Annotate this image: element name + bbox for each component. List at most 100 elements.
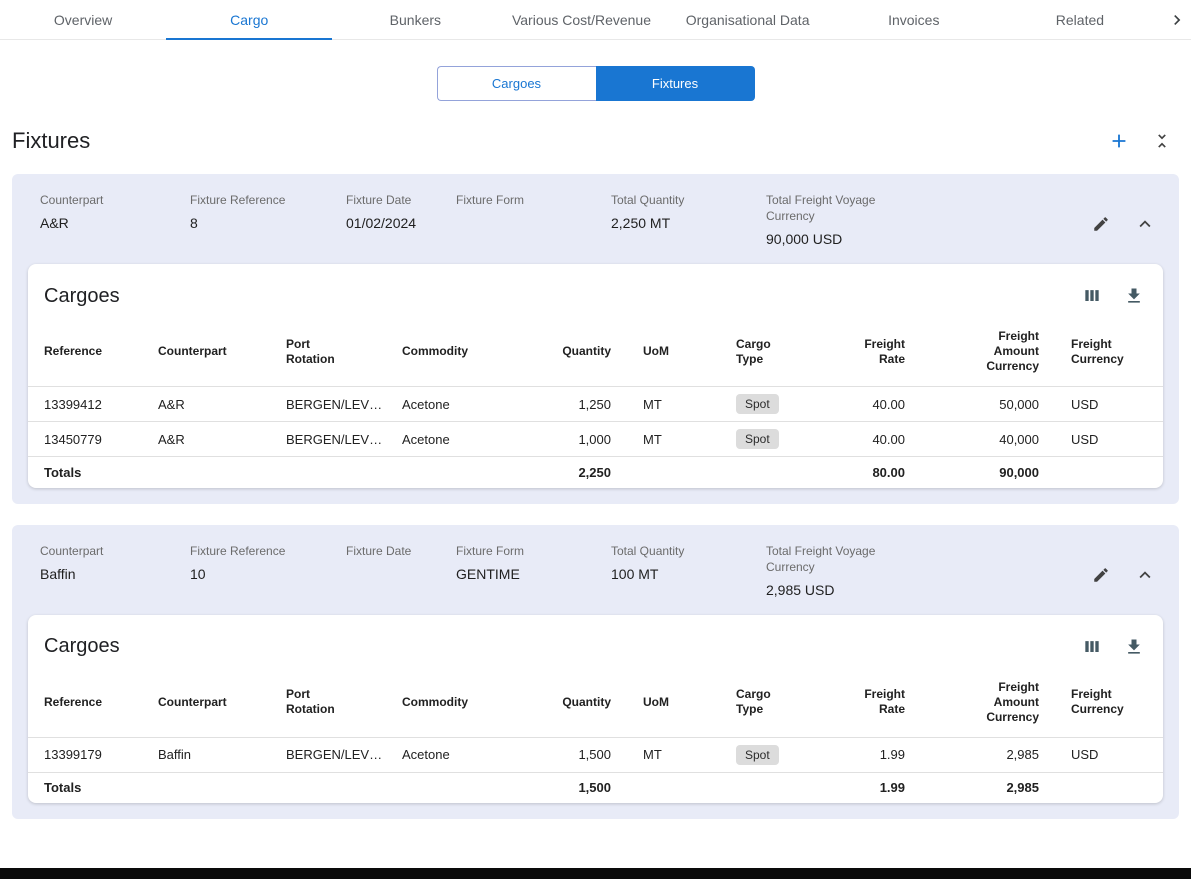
table-header-row: Reference Counterpart Port Rotation Comm… xyxy=(28,668,1163,738)
fixture-card: Counterpart Baffin Fixture Reference 10 … xyxy=(12,525,1179,820)
field-label: Total Quantity xyxy=(611,543,766,559)
cargoes-card: Cargoes Reference Counterpart xyxy=(28,264,1163,488)
field-total-freight: Total Freight Voyage Currency 2,985 USD xyxy=(766,543,916,599)
chevron-up-icon xyxy=(1134,564,1156,586)
cell-freight-amount: 2,985 xyxy=(921,737,1055,772)
field-value: GENTIME xyxy=(456,565,611,583)
column-settings-button[interactable] xyxy=(1077,632,1107,662)
totals-freight-amount: 2,985 xyxy=(921,772,1055,803)
field-label: Total Quantity xyxy=(611,192,766,208)
cell-port-rotation: BERGEN/LEV… xyxy=(270,737,386,772)
col-cargo-type: Cargo Type xyxy=(720,317,816,387)
table-row[interactable]: 13399412 A&R BERGEN/LEV… Acetone 1,250 M… xyxy=(28,387,1163,422)
toggle-fixtures-button[interactable]: Fixtures xyxy=(596,66,755,101)
cell-freight-rate: 40.00 xyxy=(816,387,921,422)
field-total-quantity: Total Quantity 2,250 MT xyxy=(611,192,766,232)
field-fixture-form: Fixture Form xyxy=(456,192,611,214)
col-uom: UoM xyxy=(627,668,720,738)
add-fixture-button[interactable] xyxy=(1103,125,1135,157)
cell-reference: 13399412 xyxy=(28,387,142,422)
col-freight-rate: Freight Rate xyxy=(816,317,921,387)
cell-counterpart: Baffin xyxy=(142,737,270,772)
tab-bunkers[interactable]: Bunkers xyxy=(332,0,498,39)
field-label: Counterpart xyxy=(40,543,190,559)
col-port-rotation: Port Rotation xyxy=(270,668,386,738)
col-reference: Reference xyxy=(28,317,142,387)
field-counterpart: Counterpart A&R xyxy=(40,192,190,232)
tab-overview[interactable]: Overview xyxy=(0,0,166,39)
fixture-actions xyxy=(1087,208,1161,240)
cell-port-rotation: BERGEN/LEV… xyxy=(270,422,386,457)
field-fixture-reference: Fixture Reference 10 xyxy=(190,543,346,583)
totals-row: Totals 1,500 1.99 2,985 xyxy=(28,772,1163,803)
fixture-card: Counterpart A&R Fixture Reference 8 Fixt… xyxy=(12,174,1179,504)
cell-commodity: Acetone xyxy=(386,422,532,457)
cargo-type-chip: Spot xyxy=(736,394,779,414)
field-label: Total Freight Voyage Currency xyxy=(766,192,916,224)
tab-various-cost-revenue[interactable]: Various Cost/Revenue xyxy=(498,0,664,39)
cargoes-card: Cargoes Reference Counterpart xyxy=(28,615,1163,804)
page-title: Fixtures xyxy=(12,128,90,154)
plus-icon xyxy=(1108,130,1130,152)
cell-freight-currency: USD xyxy=(1055,387,1163,422)
col-counterpart: Counterpart xyxy=(142,317,270,387)
totals-label: Totals xyxy=(28,772,142,803)
totals-row: Totals 2,250 80.00 90,000 xyxy=(28,457,1163,488)
field-total-freight: Total Freight Voyage Currency 90,000 USD xyxy=(766,192,916,248)
cell-quantity: 1,250 xyxy=(532,387,627,422)
collapse-fixture-button[interactable] xyxy=(1129,208,1161,240)
col-quantity: Quantity xyxy=(532,668,627,738)
download-button[interactable] xyxy=(1119,632,1149,662)
column-settings-button[interactable] xyxy=(1077,281,1107,311)
cell-cargo-type: Spot xyxy=(720,422,816,457)
edit-fixture-button[interactable] xyxy=(1087,561,1115,589)
field-value: 100 MT xyxy=(611,565,766,583)
tab-invoices[interactable]: Invoices xyxy=(831,0,997,39)
toggle-cargoes-button[interactable]: Cargoes xyxy=(437,66,596,101)
tab-related[interactable]: Related xyxy=(997,0,1163,39)
chevron-up-icon xyxy=(1134,213,1156,235)
cell-cargo-type: Spot xyxy=(720,387,816,422)
nav-scroll-right-button[interactable] xyxy=(1163,0,1191,39)
field-label: Fixture Form xyxy=(456,192,611,208)
col-commodity: Commodity xyxy=(386,668,532,738)
download-button[interactable] xyxy=(1119,281,1149,311)
field-label: Fixture Reference xyxy=(190,543,346,559)
collapse-fixture-button[interactable] xyxy=(1129,559,1161,591)
cargo-type-chip: Spot xyxy=(736,429,779,449)
fixture-header: Counterpart Baffin Fixture Reference 10 … xyxy=(28,541,1163,615)
field-label: Fixture Date xyxy=(346,192,456,208)
field-value: 01/02/2024 xyxy=(346,214,456,232)
cell-reference: 13450779 xyxy=(28,422,142,457)
field-value: A&R xyxy=(40,214,190,232)
totals-quantity: 2,250 xyxy=(532,457,627,488)
cell-freight-rate: 40.00 xyxy=(816,422,921,457)
cell-freight-rate: 1.99 xyxy=(816,737,921,772)
edit-fixture-button[interactable] xyxy=(1087,210,1115,238)
col-freight-amount-currency: Freight Amount Currency xyxy=(921,317,1055,387)
totals-freight-rate: 1.99 xyxy=(816,772,921,803)
field-value: 2,250 MT xyxy=(611,214,766,232)
col-counterpart: Counterpart xyxy=(142,668,270,738)
cell-freight-amount: 40,000 xyxy=(921,422,1055,457)
totals-freight-rate: 80.00 xyxy=(816,457,921,488)
cargo-type-chip: Spot xyxy=(736,745,779,765)
tab-organisational-data[interactable]: Organisational Data xyxy=(665,0,831,39)
collapse-all-button[interactable] xyxy=(1147,126,1177,156)
page-header: Fixtures xyxy=(0,101,1191,174)
table-row[interactable]: 13450779 A&R BERGEN/LEV… Acetone 1,000 M… xyxy=(28,422,1163,457)
table-row[interactable]: 13399179 Baffin BERGEN/LEV… Acetone 1,50… xyxy=(28,737,1163,772)
download-icon xyxy=(1124,286,1144,306)
unfold-less-icon xyxy=(1152,131,1172,151)
cargoes-title: Cargoes xyxy=(44,635,120,658)
field-label: Total Freight Voyage Currency xyxy=(766,543,916,575)
col-port-rotation: Port Rotation xyxy=(270,317,386,387)
field-label: Fixture Date xyxy=(346,543,456,559)
cargoes-header: Cargoes xyxy=(28,264,1163,317)
top-nav: Overview Cargo Bunkers Various Cost/Reve… xyxy=(0,0,1191,40)
col-freight-rate: Freight Rate xyxy=(816,668,921,738)
cell-freight-amount: 50,000 xyxy=(921,387,1055,422)
tab-cargo[interactable]: Cargo xyxy=(166,0,332,39)
field-value: Baffin xyxy=(40,565,190,583)
field-value: 2,985 USD xyxy=(766,581,916,599)
